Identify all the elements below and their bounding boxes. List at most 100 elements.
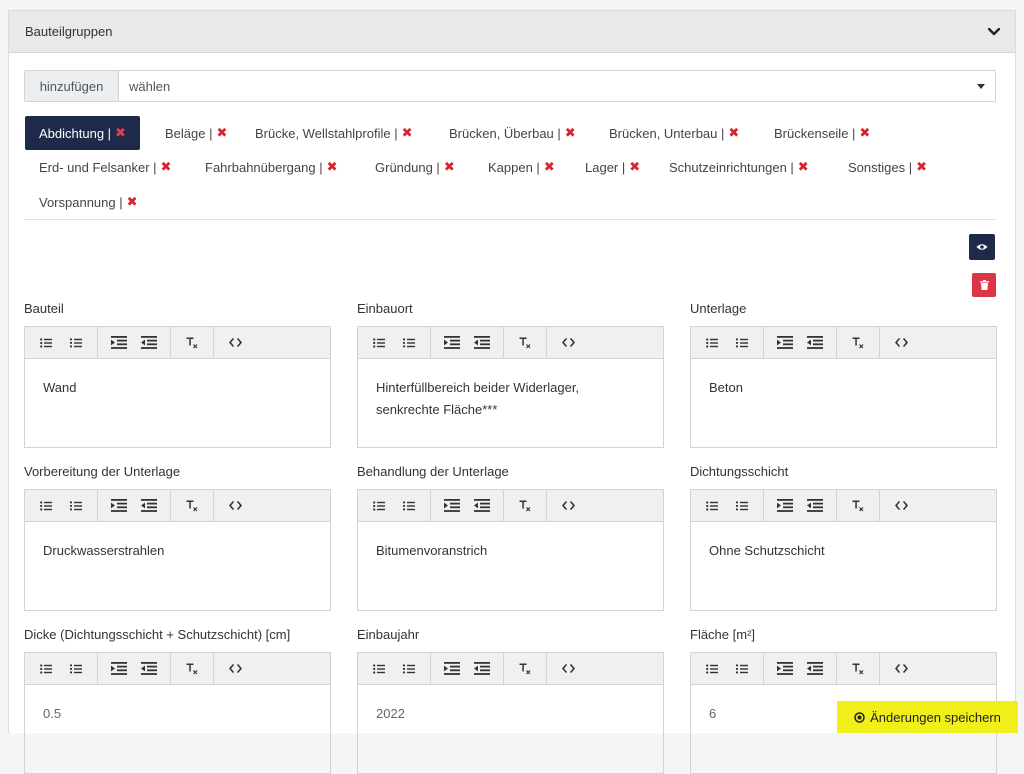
tag-item[interactable]: Gründung | ✖: [361, 150, 469, 184]
outdent-icon[interactable]: [137, 331, 161, 355]
clear-format-icon[interactable]: [846, 657, 870, 681]
code-view-icon[interactable]: [223, 494, 247, 518]
outdent-icon[interactable]: [137, 657, 161, 681]
clear-format-icon[interactable]: [180, 331, 204, 355]
tag-item[interactable]: Kappen | ✖: [474, 150, 569, 184]
remove-tag-icon[interactable]: ✖: [565, 125, 576, 141]
editor-content[interactable]: Hinterfüllbereich beider Widerlager, sen…: [358, 359, 663, 447]
editor-content[interactable]: Ohne Schutzschicht: [691, 522, 996, 610]
tag-item[interactable]: Erd- und Felsanker | ✖: [25, 150, 185, 184]
indent-icon[interactable]: [107, 494, 131, 518]
clear-format-icon[interactable]: [513, 657, 537, 681]
code-view-icon[interactable]: [556, 331, 580, 355]
group-select[interactable]: wählen: [119, 71, 995, 101]
panel-header[interactable]: Bauteilgruppen: [9, 11, 1015, 53]
numbered-list-icon[interactable]: [397, 331, 421, 355]
bullet-list-icon[interactable]: [367, 494, 391, 518]
outdent-icon[interactable]: [137, 494, 161, 518]
bullet-list-icon[interactable]: [34, 494, 58, 518]
remove-tag-icon[interactable]: ✖: [216, 125, 227, 141]
indent-icon[interactable]: [440, 657, 464, 681]
clear-format-icon[interactable]: [180, 657, 204, 681]
remove-tag-icon[interactable]: ✖: [859, 125, 870, 141]
indent-icon[interactable]: [107, 657, 131, 681]
editor-content[interactable]: 2022: [358, 685, 663, 773]
tag-item[interactable]: Fahrbahnübergang | ✖: [191, 150, 351, 184]
preview-button[interactable]: [969, 234, 995, 260]
tag-item[interactable]: Brückenseile | ✖: [760, 116, 884, 150]
remove-tag-icon[interactable]: ✖: [916, 159, 927, 175]
numbered-list-icon[interactable]: [397, 494, 421, 518]
code-view-icon[interactable]: [223, 331, 247, 355]
tag-item[interactable]: Brücken, Unterbau | ✖: [595, 116, 753, 150]
remove-tag-icon[interactable]: ✖: [327, 159, 338, 175]
clear-format-icon[interactable]: [513, 331, 537, 355]
chevron-down-icon[interactable]: [987, 25, 1001, 39]
outdent-icon[interactable]: [803, 657, 827, 681]
outdent-icon[interactable]: [470, 494, 494, 518]
outdent-icon[interactable]: [470, 331, 494, 355]
indent-icon[interactable]: [773, 494, 797, 518]
remove-tag-icon[interactable]: ✖: [161, 159, 172, 175]
tag-label: Gründung |: [375, 159, 440, 175]
tag-item[interactable]: Vorspannung | ✖: [25, 185, 152, 219]
editor-content[interactable]: Beton: [691, 359, 996, 447]
numbered-list-icon[interactable]: [730, 331, 754, 355]
indent-icon[interactable]: [773, 331, 797, 355]
tag-item[interactable]: Schutzeinrichtungen | ✖: [655, 150, 823, 184]
clear-format-icon[interactable]: [846, 494, 870, 518]
bullet-list-icon[interactable]: [700, 657, 724, 681]
tag-item[interactable]: Sonstiges | ✖: [834, 150, 941, 184]
save-changes-button[interactable]: Änderungen speichern: [837, 701, 1018, 733]
code-view-icon[interactable]: [223, 657, 247, 681]
code-view-icon[interactable]: [889, 331, 913, 355]
tag-item[interactable]: Lager | ✖: [571, 150, 654, 184]
tag-item[interactable]: Brücken, Überbau | ✖: [435, 116, 590, 150]
bullet-list-icon[interactable]: [700, 494, 724, 518]
field: Vorbereitung der Unterlage Druckwasserst…: [24, 463, 331, 611]
delete-button[interactable]: [972, 273, 996, 297]
remove-tag-icon[interactable]: ✖: [127, 194, 138, 210]
outdent-icon[interactable]: [803, 331, 827, 355]
bullet-list-icon[interactable]: [34, 657, 58, 681]
code-view-icon[interactable]: [889, 494, 913, 518]
editor-content[interactable]: Druckwasserstrahlen: [25, 522, 330, 610]
remove-tag-icon[interactable]: ✖: [798, 159, 809, 175]
numbered-list-icon[interactable]: [64, 657, 88, 681]
indent-icon[interactable]: [107, 331, 131, 355]
bullet-list-icon[interactable]: [367, 657, 391, 681]
code-view-icon[interactable]: [556, 657, 580, 681]
tag-item[interactable]: Abdichtung | ✖: [25, 116, 140, 150]
bullet-list-icon[interactable]: [367, 331, 391, 355]
indent-icon[interactable]: [440, 494, 464, 518]
numbered-list-icon[interactable]: [730, 494, 754, 518]
clear-format-icon[interactable]: [513, 494, 537, 518]
numbered-list-icon[interactable]: [397, 657, 421, 681]
remove-tag-icon[interactable]: ✖: [728, 125, 739, 141]
remove-tag-icon[interactable]: ✖: [444, 159, 455, 175]
tag-item[interactable]: Brücke, Wellstahlprofile | ✖: [241, 116, 427, 150]
code-view-icon[interactable]: [556, 494, 580, 518]
remove-tag-icon[interactable]: ✖: [402, 125, 413, 141]
remove-tag-icon[interactable]: ✖: [115, 125, 126, 141]
remove-tag-icon[interactable]: ✖: [544, 159, 555, 175]
numbered-list-icon[interactable]: [64, 331, 88, 355]
bullet-list-icon[interactable]: [34, 331, 58, 355]
remove-tag-icon[interactable]: ✖: [629, 159, 640, 175]
field: Fläche [m²] 6: [690, 626, 997, 774]
editor-content[interactable]: 0.5: [25, 685, 330, 773]
tag-item[interactable]: Beläge | ✖: [151, 116, 241, 150]
field-label: Behandlung der Unterlage: [357, 464, 509, 479]
bullet-list-icon[interactable]: [700, 331, 724, 355]
outdent-icon[interactable]: [470, 657, 494, 681]
indent-icon[interactable]: [773, 657, 797, 681]
code-view-icon[interactable]: [889, 657, 913, 681]
numbered-list-icon[interactable]: [64, 494, 88, 518]
indent-icon[interactable]: [440, 331, 464, 355]
numbered-list-icon[interactable]: [730, 657, 754, 681]
editor-content[interactable]: Bitumenvoranstrich: [358, 522, 663, 610]
clear-format-icon[interactable]: [846, 331, 870, 355]
clear-format-icon[interactable]: [180, 494, 204, 518]
editor-content[interactable]: Wand: [25, 359, 330, 447]
outdent-icon[interactable]: [803, 494, 827, 518]
